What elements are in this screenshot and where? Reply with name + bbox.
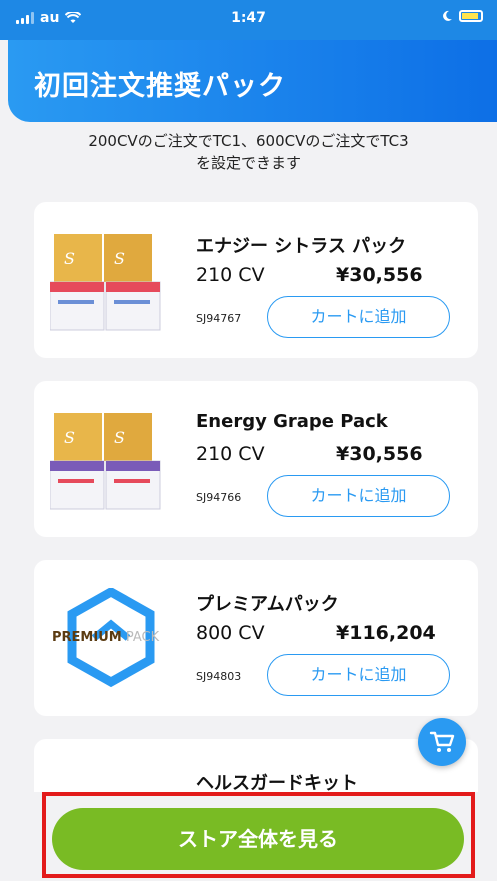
add-to-cart-button[interactable]: カートに追加	[267, 296, 450, 338]
add-to-cart-button[interactable]: カートに追加	[267, 654, 450, 696]
product-card[interactable]: S S Energy Grape Pack 210 CV ¥30,556 SJ9…	[34, 381, 478, 537]
product-card[interactable]: S S エナジー シトラス パック 210 CV ¥30,556 SJ94767…	[34, 202, 478, 358]
description-line-1: 200CVのご注文でTC1、600CVのご注文でTC3	[88, 132, 409, 150]
product-name: Energy Grape Pack	[196, 411, 388, 432]
product-price: ¥116,204	[336, 622, 436, 644]
product-name: エナジー シトラス パック	[196, 236, 407, 257]
cart-icon	[429, 731, 455, 752]
description-line-2: を設定できます	[195, 154, 301, 172]
product-sku: SJ94767	[196, 312, 242, 325]
highlight-box	[42, 792, 475, 878]
product-cv: 800 CV	[196, 622, 265, 644]
product-name: プレミアムパック	[196, 594, 339, 615]
status-bar: au 1:47	[0, 0, 497, 40]
status-right	[441, 10, 483, 22]
cart-button[interactable]	[418, 718, 466, 766]
svg-text:S: S	[114, 249, 125, 268]
product-sku: SJ94766	[196, 491, 242, 504]
product-cv: 210 CV	[196, 443, 265, 465]
status-time: 1:47	[231, 10, 266, 26]
pack-description: 200CVのご注文でTC1、600CVのご注文でTC3 を設定できます	[0, 130, 497, 174]
product-price: ¥30,556	[336, 264, 423, 286]
page-header: 初回注文推奨パック	[8, 40, 497, 122]
product-price: ¥30,556	[336, 443, 423, 465]
premium-pack-logo: PREMIUM PACK	[52, 586, 170, 688]
svg-text:S: S	[64, 249, 75, 268]
grape-pack-image: S S	[50, 413, 161, 510]
svg-text:S: S	[114, 428, 125, 447]
product-sku: SJ94803	[196, 670, 242, 683]
svg-text:S: S	[64, 428, 75, 447]
battery-icon	[459, 10, 483, 22]
product-cv: 210 CV	[196, 264, 265, 286]
premium-pack-logo-text: PREMIUM PACK	[52, 630, 160, 645]
page-title: 初回注文推奨パック	[34, 71, 286, 102]
add-to-cart-button[interactable]: カートに追加	[267, 475, 450, 517]
product-card[interactable]: PREMIUM PACK プレミアムパック 800 CV ¥116,204 SJ…	[34, 560, 478, 716]
citrus-pack-image: S S	[50, 234, 161, 331]
moon-icon	[443, 10, 452, 21]
